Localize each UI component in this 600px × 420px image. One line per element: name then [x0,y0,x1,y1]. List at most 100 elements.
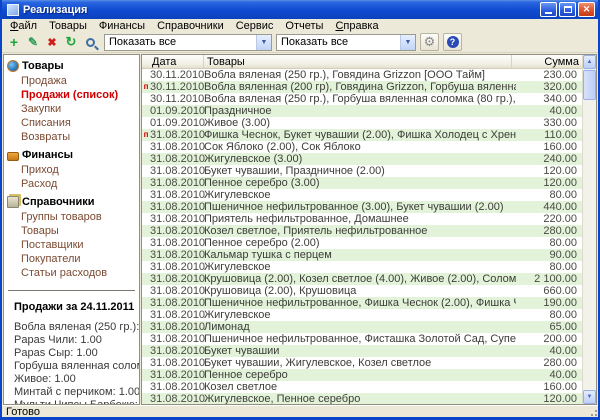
scroll-down-icon[interactable]: ▼ [583,390,596,404]
table-row[interactable]: 31.08.2010Жигулевское80.00 [142,189,582,201]
table-row[interactable]: 31.08.2010Крушовица (2.00), Козел светло… [142,273,582,285]
sidebar-item[interactable]: Покупатели [4,252,139,266]
cell-date: 31.08.2010 [150,381,204,393]
table-row[interactable]: 01.09.2010Живое (3.00)330.00 [142,117,582,129]
menu-item-справка[interactable]: Справка [329,20,384,32]
table-row[interactable]: 31.08.2010Пенное серебро40.00 [142,369,582,381]
cell-sum: 280.00 [516,225,582,237]
sidebar-section-header: Финансы [4,148,139,163]
table-row[interactable]: 31.08.2010Пенное серебро (3.00)120.00 [142,177,582,189]
cell-items: Букет чувашии, Праздничное (2.00) [204,165,516,177]
cell-items: Фишка Чеснок, Букет чувашии (2.00), Фишк… [204,129,516,141]
title-bar: Реализация ✕ [2,0,598,19]
sidebar-item[interactable]: Возвраты [4,130,139,144]
table-row[interactable]: 31.08.2010Букет чувашии, Праздничное (2.… [142,165,582,177]
table-row[interactable]: 31.08.2010Сок Яблоко (2.00), Сок Яблоко1… [142,141,582,153]
summary-line: Papas Чили: 1.00 [14,334,139,347]
cell-items: Приятель нефильтрованное, Домашнее [204,213,516,225]
cell-date: 31.08.2010 [150,129,204,141]
table-row[interactable]: 30.11.2010Вобла вяленая (250 гр.), Горбу… [142,93,582,105]
sidebar-item[interactable]: Продажа [4,74,139,88]
table-row[interactable]: 31.08.2010Жигулевское, Пенное серебро120… [142,393,582,404]
menu-item-товары[interactable]: Товары [43,20,93,32]
cell-date: 31.08.2010 [150,273,204,285]
minimize-button[interactable] [540,2,557,17]
table-row[interactable]: 31.08.2010Приятель нефильтрованное, Дома… [142,213,582,225]
sidebar-item[interactable]: Списания [4,116,139,130]
table-row[interactable]: 31.08.2010Пшеничное нефильтрованное (3.0… [142,201,582,213]
chevron-down-icon[interactable]: ▼ [256,35,271,50]
table-row[interactable]: 31.08.2010Пшеничное нефильтрованное, Фиш… [142,297,582,309]
search-button[interactable] [81,34,99,51]
table-row[interactable]: 31.08.2010Пшеничное нефильтрованное, Фис… [142,333,582,345]
table-row[interactable]: 31.08.2010Козел светлое, Приятель нефиль… [142,225,582,237]
settings-button[interactable]: ⚙ [420,33,439,51]
delete-record-button[interactable]: ✖ [43,34,61,51]
filter-dropdown-1[interactable]: Показать все ▼ [104,34,272,51]
add-record-button[interactable]: + [5,34,23,51]
table-row[interactable]: 31.08.2010Жигулевское (3.00)240.00 [142,153,582,165]
sidebar-item[interactable]: Расход [4,177,139,191]
sidebar-item[interactable]: Поставщики [4,238,139,252]
column-header-date[interactable]: Дата [142,55,204,68]
filter-dropdown-2[interactable]: Показать все ▼ [276,34,416,51]
cell-sum: 220.00 [516,213,582,225]
globe-icon [7,60,19,72]
cell-sum: 280.00 [516,357,582,369]
column-header-sum[interactable]: Сумма [512,55,582,68]
scroll-up-icon[interactable]: ▲ [583,55,596,69]
sidebar-item[interactable]: Товары [4,224,139,238]
cell-date: 31.08.2010 [150,309,204,321]
sidebar-nav: Товары ПродажаПродажи (список)ЗакупкиСпис… [4,59,139,284]
sidebar-item[interactable]: Приход [4,163,139,177]
table-row[interactable]: п31.08.2010Фишка Чеснок, Букет чувашии (… [142,129,582,141]
table-row[interactable]: 30.11.2010Вобла вяленая (250 гр.), Говяд… [142,69,582,81]
cell-items: Пшеничное нефильтрованное, Фишка Чеснок … [204,297,516,309]
table-row[interactable]: 01.09.2010Праздничное40.00 [142,105,582,117]
menu-item-файл[interactable]: Файл [4,20,43,32]
chevron-down-icon[interactable]: ▼ [400,35,415,50]
cell-items: Жигулевское [204,309,516,321]
sidebar-item[interactable]: Группы товаров [4,210,139,224]
sidebar-item[interactable]: Продажи (список) [4,88,139,102]
edit-record-button[interactable]: ✎ [24,34,42,51]
refresh-button[interactable]: ↻ [62,34,80,51]
maximize-button[interactable] [559,2,576,17]
menu-item-финансы[interactable]: Финансы [93,20,151,32]
close-button[interactable]: ✕ [578,2,595,17]
scrollbar-thumb[interactable] [583,70,596,100]
table-row[interactable]: 31.08.2010Козел светлое160.00 [142,381,582,393]
table-row[interactable]: 31.08.2010Лимонад65.00 [142,321,582,333]
cell-sum: 440.00 [516,201,582,213]
table-row[interactable]: 31.08.2010Крушовица (2.00), Крушовица660… [142,285,582,297]
sidebar-item[interactable]: Закупки [4,102,139,116]
cell-sum: 660.00 [516,285,582,297]
summary-line: Вобла вяленая (250 гр.): 2 [14,321,139,334]
table-row[interactable]: 31.08.2010Жигулевское80.00 [142,309,582,321]
vertical-scrollbar[interactable]: ▲ ▼ [582,55,596,404]
cell-items: Пенное серебро [204,369,516,381]
sidebar-section-label: Товары [22,60,64,72]
table-row[interactable]: 31.08.2010Жигулевское80.00 [142,261,582,273]
scrollbar-track[interactable] [583,101,596,390]
table-row[interactable]: 31.08.2010Букет чувашии40.00 [142,345,582,357]
sidebar: Товары ПродажаПродажи (список)ЗакупкиСпис… [3,54,140,405]
resize-grip[interactable] [586,407,598,417]
help-button[interactable]: ? [443,33,462,51]
table-row[interactable]: 31.08.2010Букет чувашии, Жигулевское, Ко… [142,357,582,369]
column-header-items[interactable]: Товары [204,55,512,68]
cell-items: Жигулевское [204,189,516,201]
menu-item-сервис[interactable]: Сервис [230,20,280,32]
cell-date: 31.08.2010 [150,393,204,404]
cell-sum: 80.00 [516,189,582,201]
sidebar-item[interactable]: Статьи расходов [4,266,139,280]
table-row[interactable]: 31.08.2010Пенное серебро (2.00)80.00 [142,237,582,249]
table-row[interactable]: п30.11.2010Вобла вяленная (200 гр), Говя… [142,81,582,93]
menu-item-справочники[interactable]: Справочники [151,20,230,32]
menu-item-отчеты[interactable]: Отчеты [279,20,329,32]
cell-items: Букет чувашии [204,345,516,357]
cell-items: Пенное серебро (2.00) [204,237,516,249]
cell-sum: 200.00 [516,333,582,345]
cell-items: Вобла вяленая (250 гр.), Горбуша вяленна… [204,93,516,105]
table-row[interactable]: 31.08.2010Кальмар тушка с перцем90.00 [142,249,582,261]
